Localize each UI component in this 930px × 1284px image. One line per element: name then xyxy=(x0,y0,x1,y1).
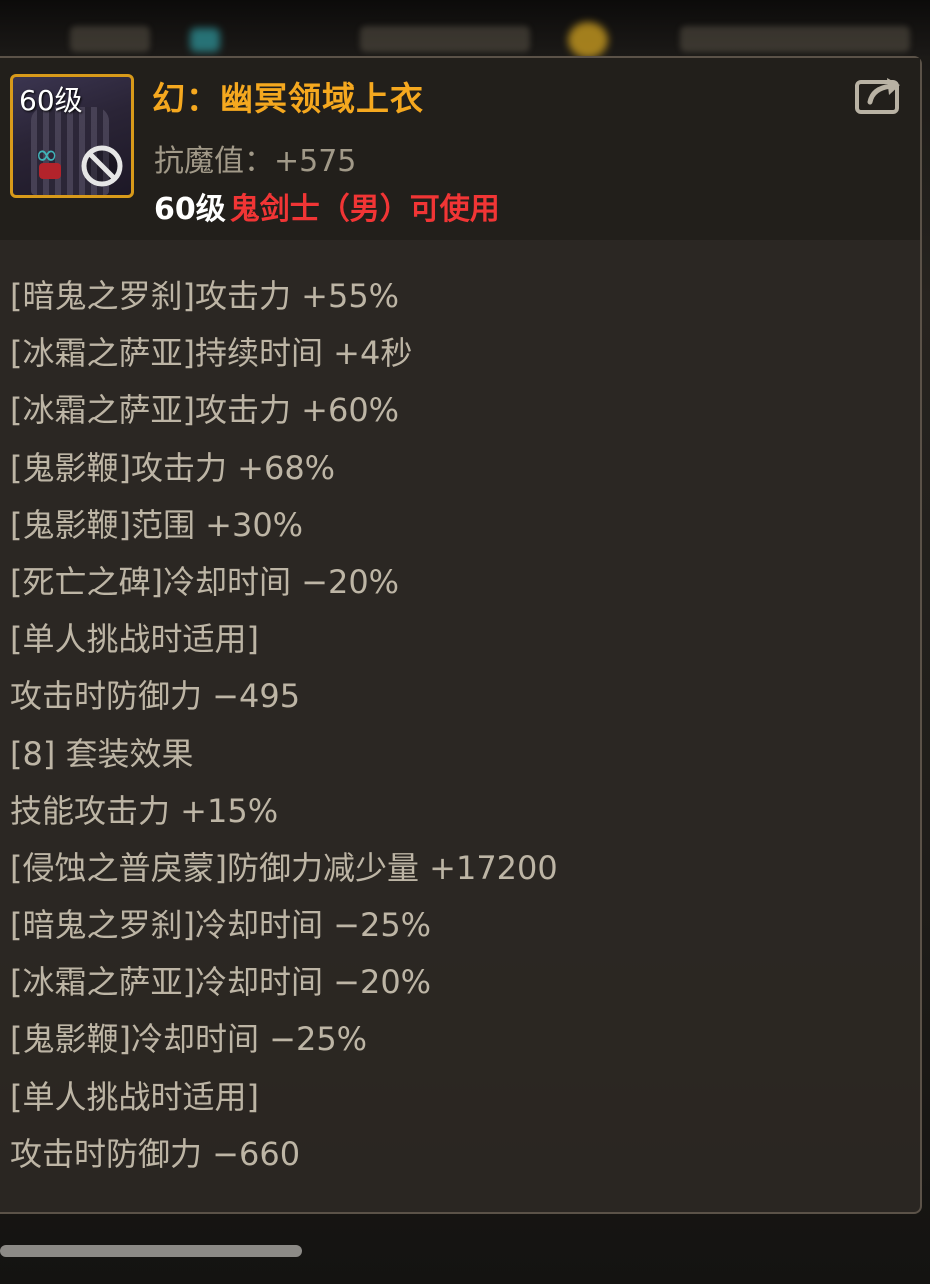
blurred-coin-icon xyxy=(568,22,608,58)
anti-magic-stat: 抗魔值：+575 xyxy=(154,144,357,179)
effect-line: 技能攻击力 +15% xyxy=(10,791,279,830)
item-header: ∞ 60级 幻：幽冥领域上衣 抗魔值：+575 60级 鬼剑士（男）可使用 xyxy=(0,58,920,240)
item-name: 幻：幽冥领域上衣 xyxy=(152,79,424,118)
effect-line: [冰霜之萨亚]冷却时间 −20% xyxy=(10,963,432,1002)
requirement-class: 鬼剑士（男）可使用 xyxy=(229,192,500,227)
requirement-level: 60级 xyxy=(154,192,226,227)
effect-line: [冰霜之萨亚]攻击力 +60% xyxy=(10,391,400,430)
ribbon-tag-icon xyxy=(39,163,61,179)
set-effect-heading: [8] 套装效果 xyxy=(10,734,194,773)
blurred-text xyxy=(680,26,910,52)
item-icon[interactable]: ∞ 60级 xyxy=(10,74,134,198)
blurred-text xyxy=(70,26,150,52)
effect-line: [暗鬼之罗刹]冷却时间 −25% xyxy=(10,906,432,945)
blurred-gem-icon xyxy=(190,28,220,52)
effect-line: 攻击时防御力 −660 xyxy=(10,1134,301,1173)
no-entry-icon xyxy=(81,145,123,187)
effect-line: [死亡之碑]冷却时间 −20% xyxy=(10,562,400,601)
item-tooltip: ∞ 60级 幻：幽冥领域上衣 抗魔值：+575 60级 鬼剑士（男）可使用 [暗鬼… xyxy=(0,56,922,1214)
effect-line: [暗鬼之罗刹]攻击力 +55% xyxy=(10,277,400,315)
effect-line: [鬼影鞭]攻击力 +68% xyxy=(10,448,336,487)
effect-line: [侵蚀之普戾蒙]防御力减少量 +17200 xyxy=(10,848,558,887)
effect-line: [冰霜之萨亚]持续时间 +4秒 xyxy=(10,334,413,373)
effect-line: [单人挑战时适用] xyxy=(10,620,259,659)
effect-line: [鬼影鞭]范围 +30% xyxy=(10,505,304,544)
blurred-text xyxy=(360,26,530,52)
share-icon[interactable] xyxy=(854,72,904,116)
effects-list: [暗鬼之罗刹]攻击力 +55% [冰霜之萨亚]持续时间 +4秒 [冰霜之萨亚]攻… xyxy=(10,268,910,1183)
effect-line: [单人挑战时适用] xyxy=(10,1077,259,1116)
effect-line: 攻击时防御力 −495 xyxy=(10,677,301,716)
effect-line: [鬼影鞭]冷却时间 −25% xyxy=(10,1020,368,1059)
usage-requirement: 60级 鬼剑士（男）可使用 xyxy=(154,184,500,228)
item-level-badge: 60级 xyxy=(19,84,83,117)
horizontal-scrollbar[interactable] xyxy=(0,1245,302,1257)
